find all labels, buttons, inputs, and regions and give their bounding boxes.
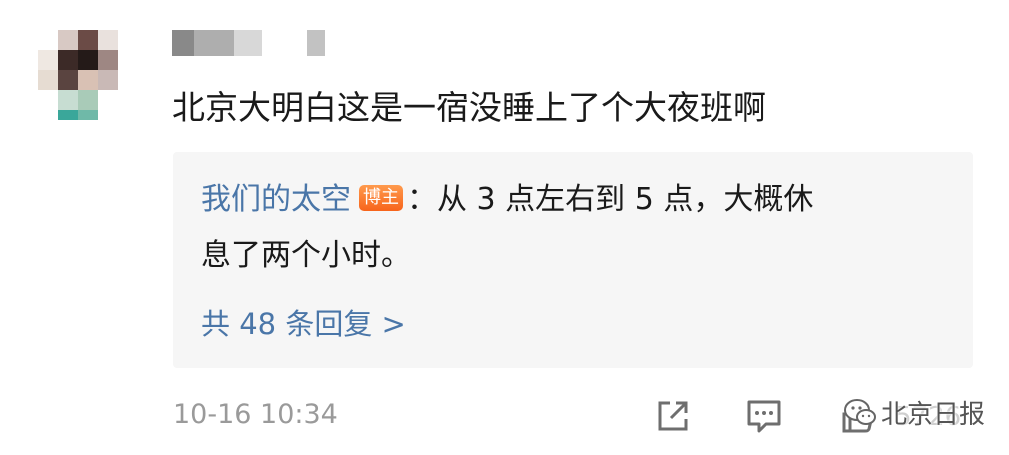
wechat-official-account-icon (843, 395, 877, 429)
view-all-replies-link[interactable]: 共 48 条回复 > (201, 302, 406, 346)
reply-preview[interactable]: 我们的太空 博主 ：从 3 点左右到 5 点，大概休 息了两个小时。 共 48 条回… (173, 152, 973, 368)
author-badge: 博主 (359, 185, 403, 211)
reply-first-line: 我们的太空 博主 ：从 3 点左右到 5 点，大概休 (201, 178, 813, 222)
weibo-comment-card: 北京大明白这是一宿没睡上了个大夜班啊 我们的太空 博主 ：从 3 点左右到 5 点，… (0, 0, 1009, 455)
comment-icon[interactable] (746, 398, 782, 434)
username-blurred[interactable] (172, 30, 332, 56)
comment-text: 北京大明白这是一宿没睡上了个大夜班啊 (172, 88, 766, 127)
watermark: 北京日报 (843, 392, 985, 432)
reply-text-line1: ：从 3 点左右到 5 点，大概休 (407, 182, 814, 217)
reply-author[interactable]: 我们的太空 (201, 182, 351, 217)
reply-text-line2: 息了两个小时。 (201, 238, 411, 273)
watermark-text: 北京日报 (881, 399, 986, 430)
timestamp: 10-16 10:34 (173, 399, 338, 430)
avatar[interactable] (38, 30, 118, 120)
share-icon[interactable] (655, 398, 691, 434)
